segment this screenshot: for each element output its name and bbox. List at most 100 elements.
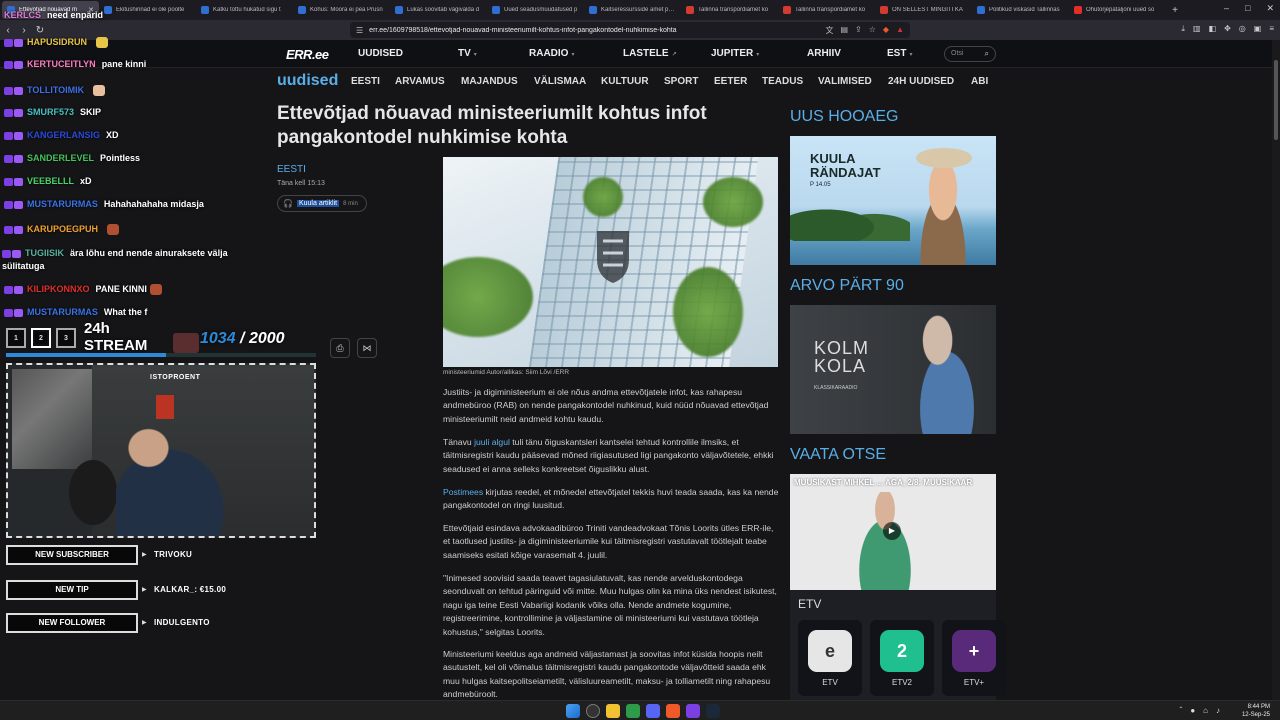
browser-tab[interactable]: Uued seadusmuudatused p: [487, 1, 584, 19]
start-icon[interactable]: [566, 704, 580, 718]
subnav-majandus[interactable]: MAJANDUS: [461, 76, 518, 87]
menu-icon[interactable]: ≡: [1269, 24, 1274, 34]
address-bar[interactable]: ☰ err.ee/1609798518/ettevotjad-nouavad-m…: [350, 22, 910, 38]
brave-shield-icon[interactable]: ◆: [883, 25, 889, 36]
rewards-icon[interactable]: ▲: [896, 25, 904, 36]
topnav-language[interactable]: EST ▾: [887, 48, 912, 59]
download-icon[interactable]: ⤓: [1181, 24, 1185, 34]
maximize-icon[interactable]: □: [1245, 3, 1250, 14]
subnav-sport[interactable]: SPORT: [664, 76, 698, 87]
library-icon[interactable]: ▥: [1193, 24, 1201, 34]
article-hero-image[interactable]: [443, 157, 778, 367]
tune-icon[interactable]: ☰: [356, 26, 363, 35]
steam-icon[interactable]: [706, 704, 720, 718]
topnav-lastele[interactable]: LASTELE ↗: [623, 48, 677, 59]
search-icon[interactable]: ⌕: [985, 49, 989, 59]
vpn-icon[interactable]: ◎: [1239, 24, 1246, 34]
spotify-icon[interactable]: [626, 704, 640, 718]
browser-tab[interactable]: Politikud viskasid Tallinnas: [972, 1, 1069, 19]
subnav-valimised[interactable]: VALIMISED: [818, 76, 872, 87]
tab-title: ON SELLEST MINGITI KA: [892, 7, 963, 13]
new-tab-button[interactable]: +: [1166, 5, 1184, 16]
share-icon: ⋈: [362, 342, 372, 353]
bookmark-star-icon[interactable]: ☆: [869, 25, 876, 36]
topnav-jupiter[interactable]: JUPITER ▾: [711, 48, 759, 59]
chevron-up-icon[interactable]: ˆ: [1180, 706, 1183, 715]
clock[interactable]: 8:44 PM 12-Sep-25: [1242, 703, 1270, 719]
screen: Ettevõtjad nõuavad m ✕ Ekitushinnad ei ole…: [0, 0, 1280, 720]
subnav-valismaa[interactable]: VÄLISMAA: [534, 76, 586, 87]
close-window-icon[interactable]: ✕: [1266, 3, 1274, 14]
subnav-24h[interactable]: 24H UUDISED: [888, 76, 954, 87]
url-text[interactable]: err.ee/1609798518/ettevotjad-nouavad-min…: [369, 27, 819, 34]
page-scrollbar[interactable]: [1272, 40, 1280, 700]
sub-badge-icon: [4, 177, 13, 186]
promo-card-kuula-randajat[interactable]: KUULA RÄNDAJAT P 14.05: [790, 136, 996, 265]
file-explorer-icon[interactable]: [606, 704, 620, 718]
topnav-arhiiv[interactable]: ARHIIV: [807, 48, 841, 59]
scrollbar-thumb[interactable]: [1274, 60, 1278, 140]
sub-goal-progress-bar: [6, 353, 316, 357]
subnav-kultuur[interactable]: KULTUUR: [601, 76, 649, 87]
chevron-down-icon: ▾: [571, 52, 575, 58]
chat-username: SMURF573: [27, 107, 75, 117]
sidebar-icon[interactable]: ◧: [1209, 24, 1217, 34]
browser-tab[interactable]: Õhutõrjepataljoni uued sõ: [1069, 1, 1166, 19]
browser-tab[interactable]: Lukas soovitab vägivalda d: [390, 1, 487, 19]
tab-title: Tallinna transpordiamet ko: [795, 7, 866, 13]
subnav-eesti[interactable]: EESTI: [351, 76, 380, 87]
tab-title: Kaitseressursside amet pais: [601, 7, 676, 13]
sidebar-title-uus-hooaeg[interactable]: UUS HOOAEG: [790, 108, 898, 126]
sub-badge-icon: [4, 86, 13, 95]
print-button[interactable]: ⎙: [330, 338, 350, 358]
bits-badge-icon: [14, 131, 23, 140]
subnav-arvamus[interactable]: ARVAMUS: [395, 76, 445, 87]
browser-tab[interactable]: Tallinna transpordiamet ko: [778, 1, 875, 19]
promo-card-kolm-kola[interactable]: KOLM KOLA KLASSIKARAADIO: [790, 305, 996, 434]
minimize-icon[interactable]: –: [1224, 3, 1229, 14]
clock-time: 8:44 PM: [1247, 704, 1270, 710]
search-icon[interactable]: [586, 704, 600, 718]
browser-tab[interactable]: ON SELLEST MINGITI KA: [875, 1, 972, 19]
channel-name: ETV+: [963, 678, 985, 687]
favicon-icon: [783, 6, 791, 14]
channel-card[interactable]: + ETV+: [942, 620, 1006, 696]
sub-goal-counter: 1034 / 2000: [200, 330, 285, 347]
browser-tab[interactable]: Tallinna transpordiamet ko: [681, 1, 778, 19]
subnav-teadus[interactable]: TEADUS: [762, 76, 803, 87]
sidebar-title-arvo-part[interactable]: ARVO PÄRT 90: [790, 277, 904, 295]
channel-card[interactable]: e ETV: [798, 620, 862, 696]
chat-message: KERTUCEITLYN pane kinni: [4, 59, 146, 69]
link-juuli-algul[interactable]: juuli algul: [474, 437, 510, 447]
share-icon[interactable]: ⇪: [855, 25, 862, 36]
browser-tab[interactable]: Kaitseressursside amet pais: [584, 1, 681, 19]
subnav-abi[interactable]: ABI: [971, 76, 988, 87]
reader-icon[interactable]: ▤: [840, 25, 848, 36]
play-icon[interactable]: ▶: [883, 522, 901, 540]
topnav-tv[interactable]: TV ▾: [458, 48, 477, 59]
bits-badge-icon: [14, 108, 23, 117]
sidebar-title-vaata-otse[interactable]: VAATA OTSE: [790, 446, 886, 464]
mic-icon[interactable]: ●: [1190, 706, 1195, 715]
sub-badge-icon: [4, 38, 13, 47]
channel-card[interactable]: 2 ETV2: [870, 620, 934, 696]
site-search-input[interactable]: Otsi ⌕: [944, 46, 996, 62]
extensions-icon[interactable]: ✥: [1224, 24, 1231, 34]
live-video-card[interactable]: MUUSIKAST MIHKEL ... AGA, 2/8: MUUSIKAAR…: [790, 474, 996, 590]
network-icon[interactable]: ⌂: [1203, 706, 1208, 715]
topnav-uudised[interactable]: UUDISED: [358, 48, 403, 59]
brave-icon[interactable]: [666, 704, 680, 718]
translate-icon[interactable]: 文: [825, 25, 833, 36]
topnav-raadio[interactable]: RAADIO ▾: [529, 48, 574, 59]
volume-icon[interactable]: ♪: [1216, 706, 1220, 715]
chat-message: KILIPKONNXO PANE KINNI: [4, 284, 162, 296]
discord-icon[interactable]: [646, 704, 660, 718]
wallet-icon[interactable]: ▣: [1254, 24, 1262, 34]
share-button[interactable]: ⋈: [357, 338, 377, 358]
chat-username: TOLLITOIMIK: [27, 85, 85, 95]
subnav-eeter[interactable]: EETER: [714, 76, 747, 87]
chevron-down-icon: ▾: [756, 52, 760, 58]
link-postimees[interactable]: Postimees: [443, 487, 483, 497]
bits-badge-icon: [14, 308, 23, 317]
app-icon[interactable]: [686, 704, 700, 718]
